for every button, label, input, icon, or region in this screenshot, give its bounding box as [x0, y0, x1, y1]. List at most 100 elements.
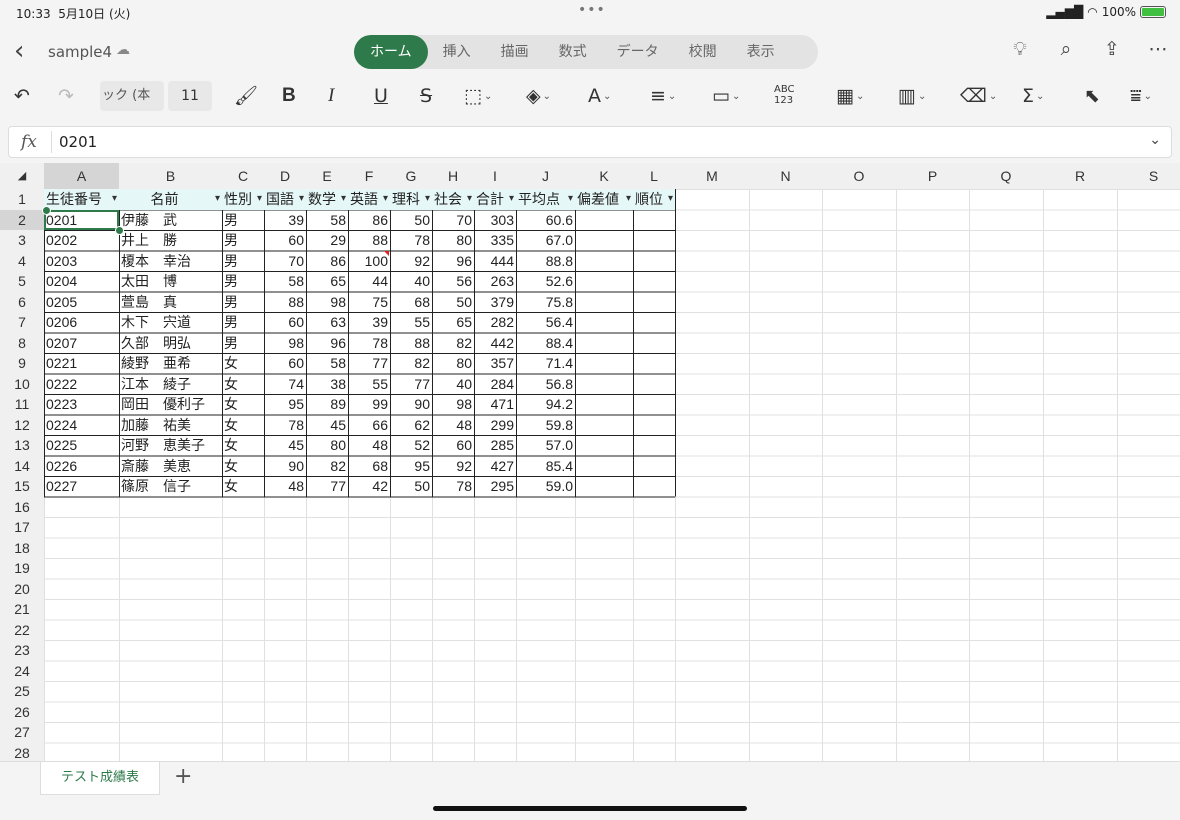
- column-header-i[interactable]: I: [474, 163, 516, 189]
- filter-dropdown-icon[interactable]: ▾: [112, 189, 117, 209]
- table-cell[interactable]: 綾野 亜希: [119, 353, 222, 374]
- header-cell[interactable]: 平均点 ▾: [516, 189, 575, 210]
- column-header-m[interactable]: M: [675, 163, 749, 189]
- row-header[interactable]: 24: [0, 660, 44, 681]
- table-cell[interactable]: [575, 251, 633, 272]
- table-cell[interactable]: 萱島 真: [119, 292, 222, 313]
- tab-view[interactable]: 表示: [732, 35, 790, 69]
- table-cell[interactable]: 井上 勝: [119, 230, 222, 251]
- table-cell[interactable]: 女: [222, 476, 264, 497]
- table-cell[interactable]: 78: [390, 230, 432, 251]
- row-header[interactable]: 15: [0, 476, 44, 497]
- row-header[interactable]: 5: [0, 271, 44, 292]
- table-cell[interactable]: 63: [306, 312, 348, 333]
- table-cell[interactable]: 75: [348, 292, 390, 313]
- table-cell[interactable]: 59.8: [516, 415, 575, 436]
- table-cell[interactable]: 男: [222, 292, 264, 313]
- format-painter-icon[interactable]: 🖌︎: [234, 84, 258, 108]
- table-cell[interactable]: 0207: [44, 333, 119, 354]
- italic-icon[interactable]: I: [328, 84, 334, 108]
- table-cell[interactable]: 65: [432, 312, 474, 333]
- table-cell[interactable]: 60.6: [516, 210, 575, 231]
- table-cell[interactable]: 篠原 信子: [119, 476, 222, 497]
- table-cell[interactable]: 299: [474, 415, 516, 436]
- table-cell[interactable]: 80: [432, 230, 474, 251]
- row-header[interactable]: 28: [0, 742, 44, 761]
- table-cell[interactable]: [633, 353, 675, 374]
- table-cell[interactable]: 295: [474, 476, 516, 497]
- table-cell[interactable]: [575, 353, 633, 374]
- table-cell[interactable]: 56.8: [516, 374, 575, 395]
- table-cell[interactable]: 70: [432, 210, 474, 231]
- table-cell[interactable]: [633, 456, 675, 477]
- table-cell[interactable]: [575, 210, 633, 231]
- header-cell[interactable]: 生徒番号 ▾: [44, 189, 119, 210]
- table-cell[interactable]: 河野 恵美子: [119, 435, 222, 456]
- filter-dropdown-icon[interactable]: ▾: [509, 189, 514, 209]
- row-header[interactable]: 13: [0, 435, 44, 456]
- table-cell[interactable]: 284: [474, 374, 516, 395]
- table-cell[interactable]: 357: [474, 353, 516, 374]
- table-cell[interactable]: 58: [264, 271, 306, 292]
- table-cell[interactable]: [575, 333, 633, 354]
- table-cell[interactable]: 96: [432, 251, 474, 272]
- table-cell[interactable]: [633, 292, 675, 313]
- table-cell[interactable]: 42: [348, 476, 390, 497]
- table-cell[interactable]: 女: [222, 374, 264, 395]
- table-cell[interactable]: 78: [348, 333, 390, 354]
- column-header-o[interactable]: O: [822, 163, 896, 189]
- table-cell[interactable]: 50: [390, 476, 432, 497]
- table-cell[interactable]: 379: [474, 292, 516, 313]
- table-cell[interactable]: [633, 271, 675, 292]
- table-cell[interactable]: 88.8: [516, 251, 575, 272]
- table-cell[interactable]: 48: [264, 476, 306, 497]
- table-cell[interactable]: 335: [474, 230, 516, 251]
- table-cell[interactable]: [633, 476, 675, 497]
- table-cell[interactable]: 女: [222, 415, 264, 436]
- row-header[interactable]: 3: [0, 230, 44, 251]
- align-icon[interactable]: ≡ ⌄: [650, 84, 676, 109]
- table-cell[interactable]: 0225: [44, 435, 119, 456]
- table-cell[interactable]: 40: [390, 271, 432, 292]
- search-icon[interactable]: ⌕: [1054, 38, 1078, 60]
- table-cell[interactable]: 57.0: [516, 435, 575, 456]
- comment-marker-icon[interactable]: [384, 250, 389, 256]
- table-cell[interactable]: 0227: [44, 476, 119, 497]
- table-cell[interactable]: 0226: [44, 456, 119, 477]
- cells-icon[interactable]: ▥ ⌄: [898, 84, 926, 109]
- table-cell[interactable]: 66: [348, 415, 390, 436]
- header-cell[interactable]: 合計 ▾: [474, 189, 516, 210]
- table-cell[interactable]: [633, 333, 675, 354]
- table-cell[interactable]: 44: [348, 271, 390, 292]
- table-cell[interactable]: 77: [348, 353, 390, 374]
- table-cell[interactable]: 男: [222, 312, 264, 333]
- column-header-j[interactable]: J: [516, 163, 575, 189]
- table-cell[interactable]: 80: [432, 353, 474, 374]
- table-cell[interactable]: 0224: [44, 415, 119, 436]
- table-cell[interactable]: 男: [222, 251, 264, 272]
- table-cell[interactable]: 77: [390, 374, 432, 395]
- table-cell[interactable]: 89: [306, 394, 348, 415]
- table-cell[interactable]: 48: [348, 435, 390, 456]
- filter-dropdown-icon[interactable]: ▾: [626, 189, 631, 209]
- row-header[interactable]: 14: [0, 455, 44, 476]
- row-header[interactable]: 18: [0, 537, 44, 558]
- header-cell[interactable]: 順位 ▾: [633, 189, 675, 210]
- table-cell[interactable]: 88.4: [516, 333, 575, 354]
- table-cell[interactable]: 斎藤 美恵: [119, 456, 222, 477]
- filter-dropdown-icon[interactable]: ▾: [257, 189, 262, 209]
- strikethrough-icon[interactable]: S: [420, 84, 432, 108]
- row-header[interactable]: 4: [0, 250, 44, 271]
- table-cell[interactable]: 68: [348, 456, 390, 477]
- table-cell[interactable]: 女: [222, 394, 264, 415]
- column-header-d[interactable]: D: [264, 163, 306, 189]
- filter-dropdown-icon[interactable]: ▾: [299, 189, 304, 209]
- column-header-k[interactable]: K: [575, 163, 633, 189]
- add-sheet-button[interactable]: +: [174, 764, 192, 789]
- table-cell[interactable]: 427: [474, 456, 516, 477]
- table-cell[interactable]: 55: [390, 312, 432, 333]
- table-cell[interactable]: 女: [222, 353, 264, 374]
- table-cell[interactable]: 加藤 祐美: [119, 415, 222, 436]
- table-cell[interactable]: 78: [264, 415, 306, 436]
- table-cell[interactable]: 男: [222, 230, 264, 251]
